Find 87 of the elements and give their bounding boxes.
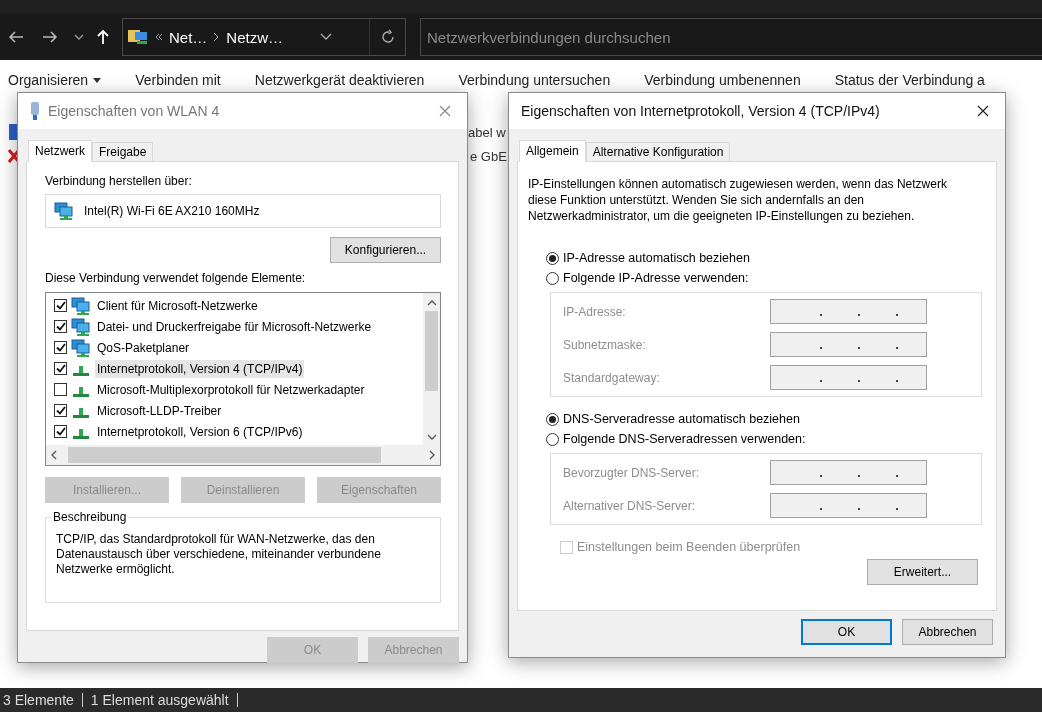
list-label: Diese Verbindung verwendet folgende Elemente: bbox=[45, 271, 306, 285]
field-label: Verbindung herstellen über: bbox=[45, 174, 193, 188]
ip-address-field[interactable] bbox=[770, 299, 927, 324]
scrollbar-thumb[interactable] bbox=[68, 447, 381, 463]
address-bar[interactable]: Net… Netzw… bbox=[122, 18, 406, 56]
network-adapter-icon bbox=[54, 202, 74, 220]
checkbox[interactable] bbox=[54, 404, 67, 417]
tab[interactable]: Alternative Konfiguration bbox=[585, 142, 731, 161]
status-text: 1 Element ausgewählt bbox=[90, 693, 238, 707]
field-label: Subnetzmaske: bbox=[563, 337, 646, 352]
chevron-down-icon[interactable] bbox=[320, 33, 332, 41]
search-field[interactable]: Netzwerkverbindungen durchsuchen bbox=[420, 18, 1042, 56]
horizontal-scrollbar[interactable] bbox=[46, 445, 440, 465]
ip-address-field[interactable] bbox=[770, 365, 927, 390]
ip-address-field[interactable] bbox=[770, 332, 927, 357]
checkbox[interactable] bbox=[54, 383, 67, 396]
checkbox[interactable] bbox=[54, 425, 67, 438]
checkbox[interactable] bbox=[54, 299, 67, 312]
chevron-down-icon bbox=[74, 34, 84, 40]
list-item[interactable]: Datei- und Druckerfreigabe für Microsoft-Netzwerke bbox=[95, 317, 374, 336]
dialog-button[interactable]: Abbrechen bbox=[902, 619, 993, 645]
checkmark-icon bbox=[55, 322, 66, 331]
advanced-button[interactable]: Erweitert... bbox=[867, 559, 978, 585]
computer-icon bbox=[71, 317, 91, 336]
checkmark-icon bbox=[55, 364, 66, 373]
computer-icon bbox=[71, 296, 91, 315]
network-adapter-icon bbox=[8, 123, 18, 141]
tab[interactable]: Freigabe bbox=[92, 142, 154, 161]
dialog-button[interactable]: OK bbox=[801, 619, 892, 645]
scrollbar-thumb[interactable] bbox=[425, 311, 438, 391]
chevrons-icon bbox=[155, 33, 163, 41]
ip-address-field[interactable] bbox=[770, 493, 927, 518]
toolbar-item[interactable]: Status der Verbindung a bbox=[834, 72, 985, 88]
arrow-left-icon bbox=[8, 30, 24, 44]
chevron-up-icon[interactable] bbox=[426, 299, 437, 307]
checkmark-icon bbox=[55, 406, 66, 415]
vertical-scrollbar[interactable] bbox=[423, 293, 440, 445]
list-item[interactable]: Microsoft-Multiplexorprotokoll für Netzwerkadapter bbox=[95, 380, 367, 399]
breadcrumb-item[interactable]: Net… bbox=[169, 28, 208, 46]
field-label: Standardgateway: bbox=[563, 370, 660, 385]
checkmark-icon bbox=[55, 343, 66, 352]
field-label: IP-Adresse: bbox=[563, 304, 626, 319]
breadcrumb-item[interactable]: Netzw… bbox=[226, 28, 284, 46]
list-item[interactable]: Internetprotokoll, Version 4 (TCP/IPv4) bbox=[95, 359, 305, 378]
toolbar-item[interactable]: Verbindung umbenennen bbox=[644, 72, 801, 88]
arrow-up-icon bbox=[97, 29, 109, 45]
close-icon bbox=[439, 105, 451, 117]
computer-icon bbox=[71, 338, 91, 357]
network-plug-icon bbox=[30, 101, 40, 121]
tab[interactable]: Allgemein bbox=[519, 140, 586, 162]
toolbar-item[interactable]: Verbinden mit bbox=[135, 72, 221, 88]
list-item[interactable]: Internetprotokoll, Version 6 (TCP/IPv6) bbox=[95, 422, 305, 441]
field-label: Bevorzugter DNS-Server: bbox=[563, 465, 700, 480]
checkmark-icon bbox=[55, 427, 66, 436]
refresh-icon bbox=[379, 29, 396, 45]
file-name[interactable]: e GbE bbox=[470, 148, 507, 164]
tab[interactable]: Netzwerk bbox=[28, 140, 92, 162]
error-x-icon bbox=[8, 149, 20, 163]
close-icon bbox=[977, 105, 989, 117]
adapter-field: Intel(R) Wi-Fi 6E AX210 160MHz bbox=[45, 194, 441, 228]
network-folder-icon bbox=[127, 27, 149, 47]
field-label: Alternativer DNS-Server: bbox=[563, 498, 696, 513]
intro-text: IP-Einstellungen können automatisch zugewiesen werden, wenn das Netzwerk diese Funktion unterstützt. Wenden Sie sich andernfalls an den Netzwerkadministrator, um die geeigneten IP-Einstellungen zu beziehen. bbox=[528, 176, 948, 224]
chevron-down-icon[interactable] bbox=[426, 433, 437, 441]
checkbox[interactable] bbox=[54, 341, 67, 354]
list-item[interactable]: QoS-Paketplaner bbox=[95, 338, 192, 357]
description-text: TCP/IP, das Standardprotokoll für WAN-Netzwerke, das den Datenaustausch über verschiedene, miteinander verbundene Netzwerke ermöglicht. bbox=[56, 532, 382, 577]
toolbar-item[interactable]: Verbindung untersuchen bbox=[458, 72, 611, 88]
list-item[interactable]: Client für Microsoft-Netzwerke bbox=[95, 296, 260, 315]
arrow-right-icon bbox=[42, 30, 58, 44]
caret-icon bbox=[93, 77, 102, 83]
chevron-right-icon bbox=[213, 32, 221, 42]
checkbox[interactable] bbox=[54, 362, 67, 375]
group-title: Beschreibung bbox=[51, 510, 129, 524]
toolbar-item[interactable]: Netzwerkgerät deaktivieren bbox=[254, 72, 425, 88]
toolbar-item[interactable]: Organisieren bbox=[8, 72, 102, 88]
dialog-title: Eigenschaften von WLAN 4 bbox=[48, 103, 220, 119]
dialog-title: Eigenschaften von Internetprotokoll, Version 4 (TCP/IPv4) bbox=[521, 103, 880, 119]
checkmark-icon bbox=[55, 301, 66, 310]
file-name[interactable]: abel w bbox=[468, 124, 506, 140]
checkbox[interactable] bbox=[54, 320, 67, 333]
chevron-right-icon[interactable] bbox=[428, 450, 436, 460]
list-item[interactable]: Microsoft-LLDP-Treiber bbox=[95, 401, 224, 420]
chevron-left-icon[interactable] bbox=[50, 450, 58, 460]
configure-button[interactable]: Konfigurieren... bbox=[330, 237, 441, 263]
status-text: 3 Elemente bbox=[3, 693, 83, 707]
ip-address-field[interactable] bbox=[770, 460, 927, 485]
